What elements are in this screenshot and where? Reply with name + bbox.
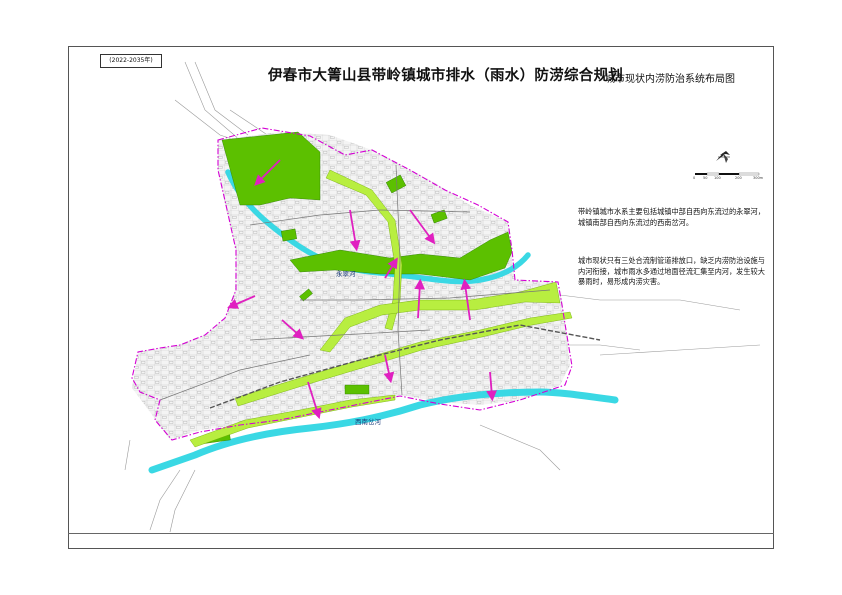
scale-tick-100: 100 <box>714 176 721 180</box>
river-yongcui-label: 永翠河 <box>336 269 356 278</box>
description-drainage-status: 城市现状只有三处合流制管道排放口，缺乏内涝防治设施与内河衔接，城市雨水多通过地面… <box>578 256 765 286</box>
description-waterways: 带岭镇城市水系主要包括城镇中部自西向东流过的永翠河，城镇南部自西向东流过的西南岔… <box>578 207 765 227</box>
north-arrow-icon <box>716 151 730 163</box>
scale-tick-0: 0 <box>693 176 695 180</box>
scale-tick-50: 50 <box>703 176 707 180</box>
scale-tick-200: 200 <box>735 176 742 180</box>
scale-bar: 0 50 100 200 300m <box>693 172 764 180</box>
river-xinancha-label: 西南岔河 <box>355 417 382 426</box>
city-map: 永翠河 西南岔河 0 50 100 200 300m <box>124 61 764 533</box>
scale-tick-300: 300m <box>753 176 764 180</box>
